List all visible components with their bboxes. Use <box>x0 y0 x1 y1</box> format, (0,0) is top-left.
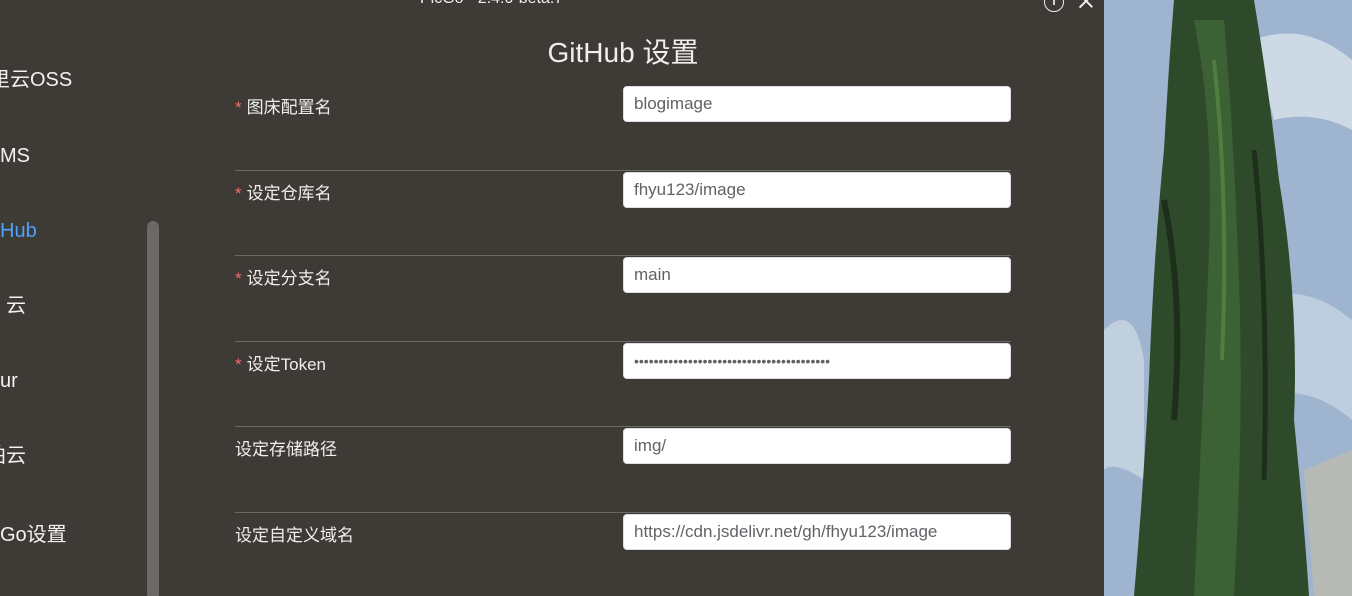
sidebar-scrollbar[interactable] <box>147 221 159 596</box>
sidebar-item-upyun[interactable]: 拍云 <box>0 444 26 468</box>
sidebar-item-github[interactable]: Hub <box>0 219 37 243</box>
window-title: PicGo - 2.4.0-beta.7 <box>420 0 563 9</box>
field-label: * 图床配置名 <box>235 98 332 117</box>
custom-url-input[interactable]: https://cdn.jsdelivr.net/gh/fhyu123/imag… <box>623 513 1011 550</box>
close-icon[interactable] <box>1076 0 1096 12</box>
required-mark: * <box>235 269 242 288</box>
repo-input[interactable]: fhyu123/image <box>623 171 1011 208</box>
picgo-window: PicGo - 2.4.0-beta.7 i 里云OSS MS Hub 云 ur… <box>0 0 1104 596</box>
sidebar-item-smms[interactable]: MS <box>0 144 30 168</box>
info-icon[interactable]: i <box>1044 0 1064 12</box>
form-row-config-name: * 图床配置名 blogimage <box>235 85 1011 171</box>
field-label: 设定自定义域名 <box>235 525 354 545</box>
form-row-token: * 设定Token •••••••••••••••••••••••••••••••… <box>235 342 1011 427</box>
path-input[interactable]: img/ <box>623 428 1011 464</box>
config-name-input[interactable]: blogimage <box>623 86 1011 122</box>
sidebar-item-qiniu[interactable]: 云 <box>6 294 26 318</box>
form-row-path: 设定存储路径 img/ <box>235 427 1011 513</box>
field-label: 设定存储路径 <box>235 440 337 459</box>
form-row-repo: * 设定仓库名 fhyu123/image <box>235 171 1011 256</box>
field-label: * 设定分支名 <box>235 269 332 288</box>
background-wallpaper <box>1104 0 1352 596</box>
token-input[interactable]: •••••••••••••••••••••••••••••••••••••••• <box>623 342 1011 379</box>
page-title: GitHub 设置 <box>547 37 699 68</box>
github-settings-form: * 图床配置名 blogimage * 设定仓库名 fhyu123/image * 设… <box>235 85 1011 596</box>
required-mark: * <box>235 354 242 374</box>
branch-input[interactable]: main <box>623 257 1011 293</box>
field-label: * 设定仓库名 <box>235 183 332 203</box>
form-row-custom-url: 设定自定义域名 https://cdn.jsdelivr.net/gh/fhyu… <box>235 513 1011 596</box>
required-mark: * <box>235 183 242 203</box>
form-row-branch: * 设定分支名 main <box>235 256 1011 342</box>
sidebar-item-aliyun[interactable]: 里云OSS <box>0 68 72 92</box>
required-mark: * <box>235 98 242 117</box>
field-label: * 设定Token <box>235 354 326 374</box>
sidebar-item-picgo-settings[interactable]: cGo设置 <box>0 523 67 547</box>
sidebar: 里云OSS MS Hub 云 ur 拍云 cGo设置 <box>0 0 165 596</box>
sidebar-item-imgur[interactable]: ur <box>0 369 18 393</box>
